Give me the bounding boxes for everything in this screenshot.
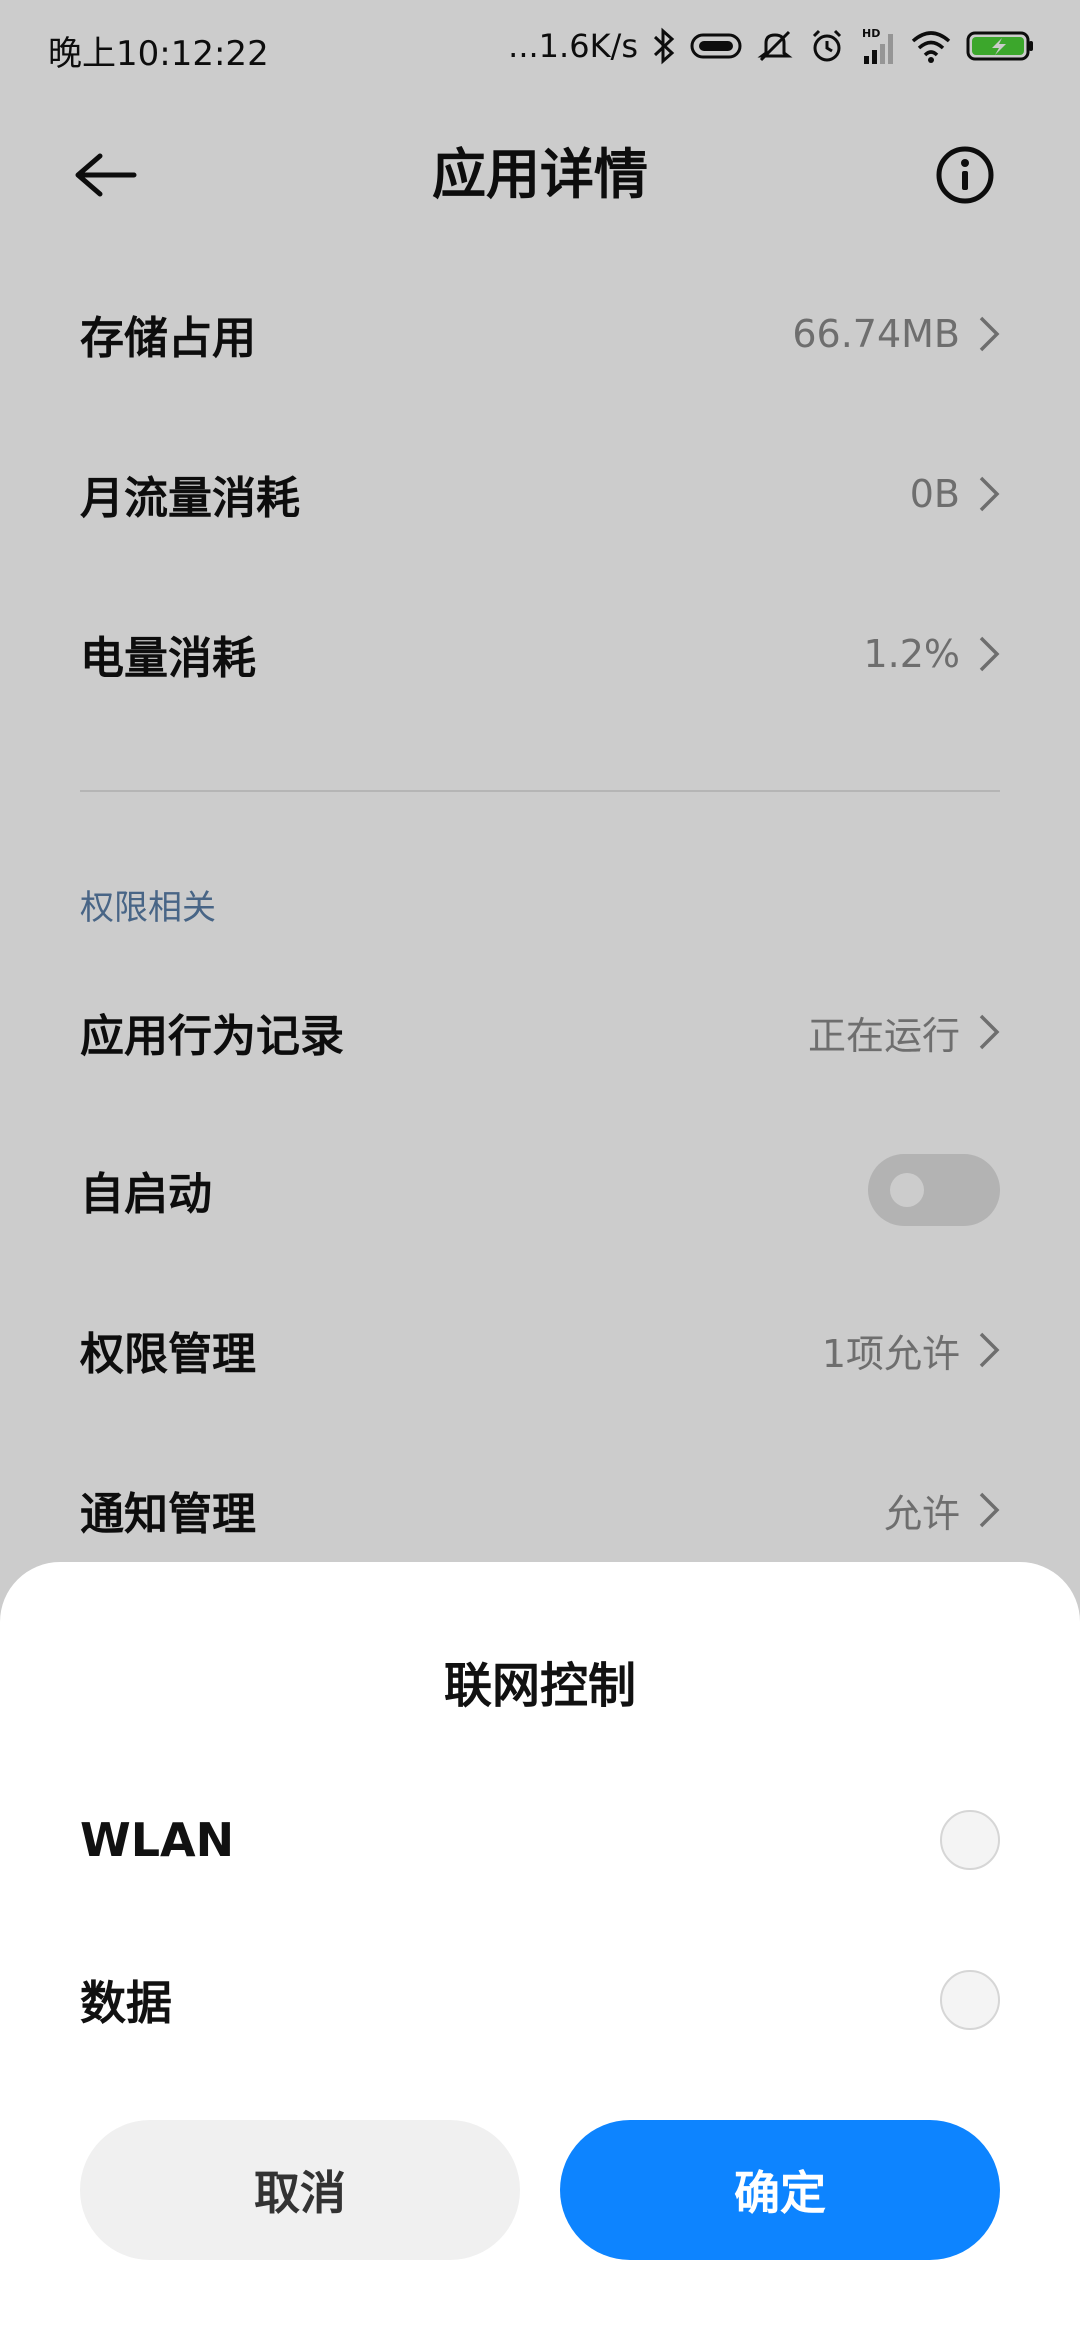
- data-radio[interactable]: [940, 1970, 1000, 2030]
- data-option-row[interactable]: 数据: [80, 1950, 1000, 2050]
- confirm-button[interactable]: 确定: [560, 2120, 1000, 2260]
- wlan-option-row[interactable]: WLAN: [80, 1790, 1000, 1890]
- data-option-label: 数据: [80, 1976, 172, 2030]
- app-details-screen: 晚上10:12:22 ...1.6K/s HD 应用详情 存储占用 66.74M…: [0, 0, 1080, 2340]
- cancel-button[interactable]: 取消: [80, 2120, 520, 2260]
- wlan-radio[interactable]: [940, 1810, 1000, 1870]
- sheet-title: 联网控制: [443, 1658, 636, 1714]
- network-control-sheet: 联网控制 WLAN 数据 取消 确定: [0, 1562, 1080, 2340]
- wlan-option-label: WLAN: [80, 1813, 235, 1867]
